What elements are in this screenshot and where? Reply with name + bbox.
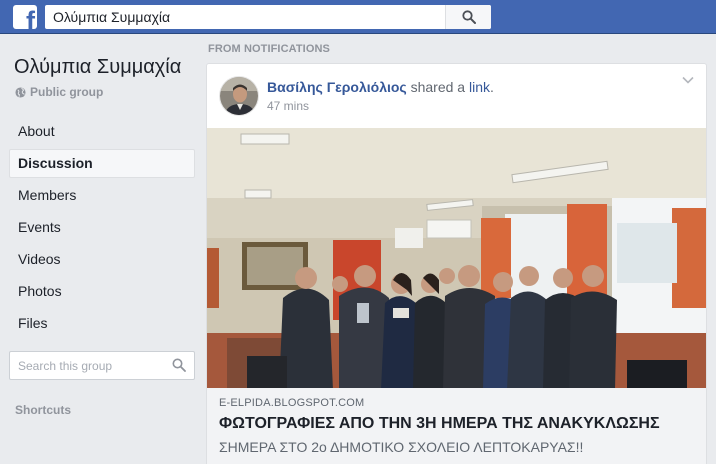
nav-item-events[interactable]: Events (9, 213, 195, 242)
privacy-label: Public group (30, 85, 104, 99)
group-navigation: About Discussion Members Events Videos P… (9, 117, 195, 341)
chevron-down-icon[interactable] (682, 76, 694, 84)
post-card: Βασίλης Γερολιόλιος shared a link. 47 mi… (206, 63, 707, 464)
link-preview-image[interactable] (207, 128, 707, 388)
search-icon (461, 10, 476, 24)
search-icon[interactable] (172, 358, 186, 372)
action-text: shared a (410, 79, 466, 95)
group-search-box (9, 351, 195, 380)
group-privacy: Public group (15, 85, 103, 99)
top-navigation-bar: f (0, 0, 716, 34)
globe-icon (15, 86, 26, 98)
link-domain: E-ELPIDA.BLOGSPOT.COM (219, 397, 365, 409)
author-avatar[interactable] (219, 76, 259, 116)
group-title[interactable]: Ολύμπια Συμμαχία (14, 56, 181, 79)
post-timestamp[interactable]: 47 mins (267, 99, 309, 113)
link-description: ΣΗΜΕΡΑ ΣΤΟ 2ο ΔΗΜΟΤΙΚΟ ΣΧΟΛΕΙΟ ΛΕΠΤΟΚΑΡΥ… (219, 439, 584, 455)
nav-item-members[interactable]: Members (9, 181, 195, 210)
link-preview-meta[interactable]: E-ELPIDA.BLOGSPOT.COM ΦΩΤΟΓΡΑΦΙΕΣ ΑΠΟ ΤΗ… (207, 388, 706, 464)
logo-letter: f (26, 6, 35, 30)
shortcuts-heading: Shortcuts (15, 403, 72, 417)
nav-item-discussion[interactable]: Discussion (9, 149, 195, 178)
link-title[interactable]: ΦΩΤΟΓΡΑΦΙΕΣ ΑΠΟ ΤΗΝ 3Η ΗΜΕΡΑ ΤΗΣ ΑΝΑΚΥΚΛ… (219, 415, 660, 433)
nav-item-videos[interactable]: Videos (9, 245, 195, 274)
search-button[interactable] (445, 5, 491, 29)
nav-item-photos[interactable]: Photos (9, 277, 195, 306)
avatar-image (220, 77, 258, 115)
section-label: FROM NOTIFICATIONS (208, 43, 330, 55)
global-search-input[interactable] (45, 5, 445, 29)
nav-item-files[interactable]: Files (9, 309, 195, 338)
post-byline: Βασίλης Γερολιόλιος shared a link. (267, 79, 494, 95)
global-search-box (45, 5, 491, 29)
group-search-input[interactable] (10, 352, 160, 379)
nav-item-about[interactable]: About (9, 117, 195, 146)
facebook-logo-icon[interactable]: f (13, 5, 37, 29)
action-link[interactable]: link (469, 79, 490, 95)
action-end: . (489, 79, 494, 95)
author-name[interactable]: Βασίλης Γερολιόλιος (267, 79, 407, 95)
